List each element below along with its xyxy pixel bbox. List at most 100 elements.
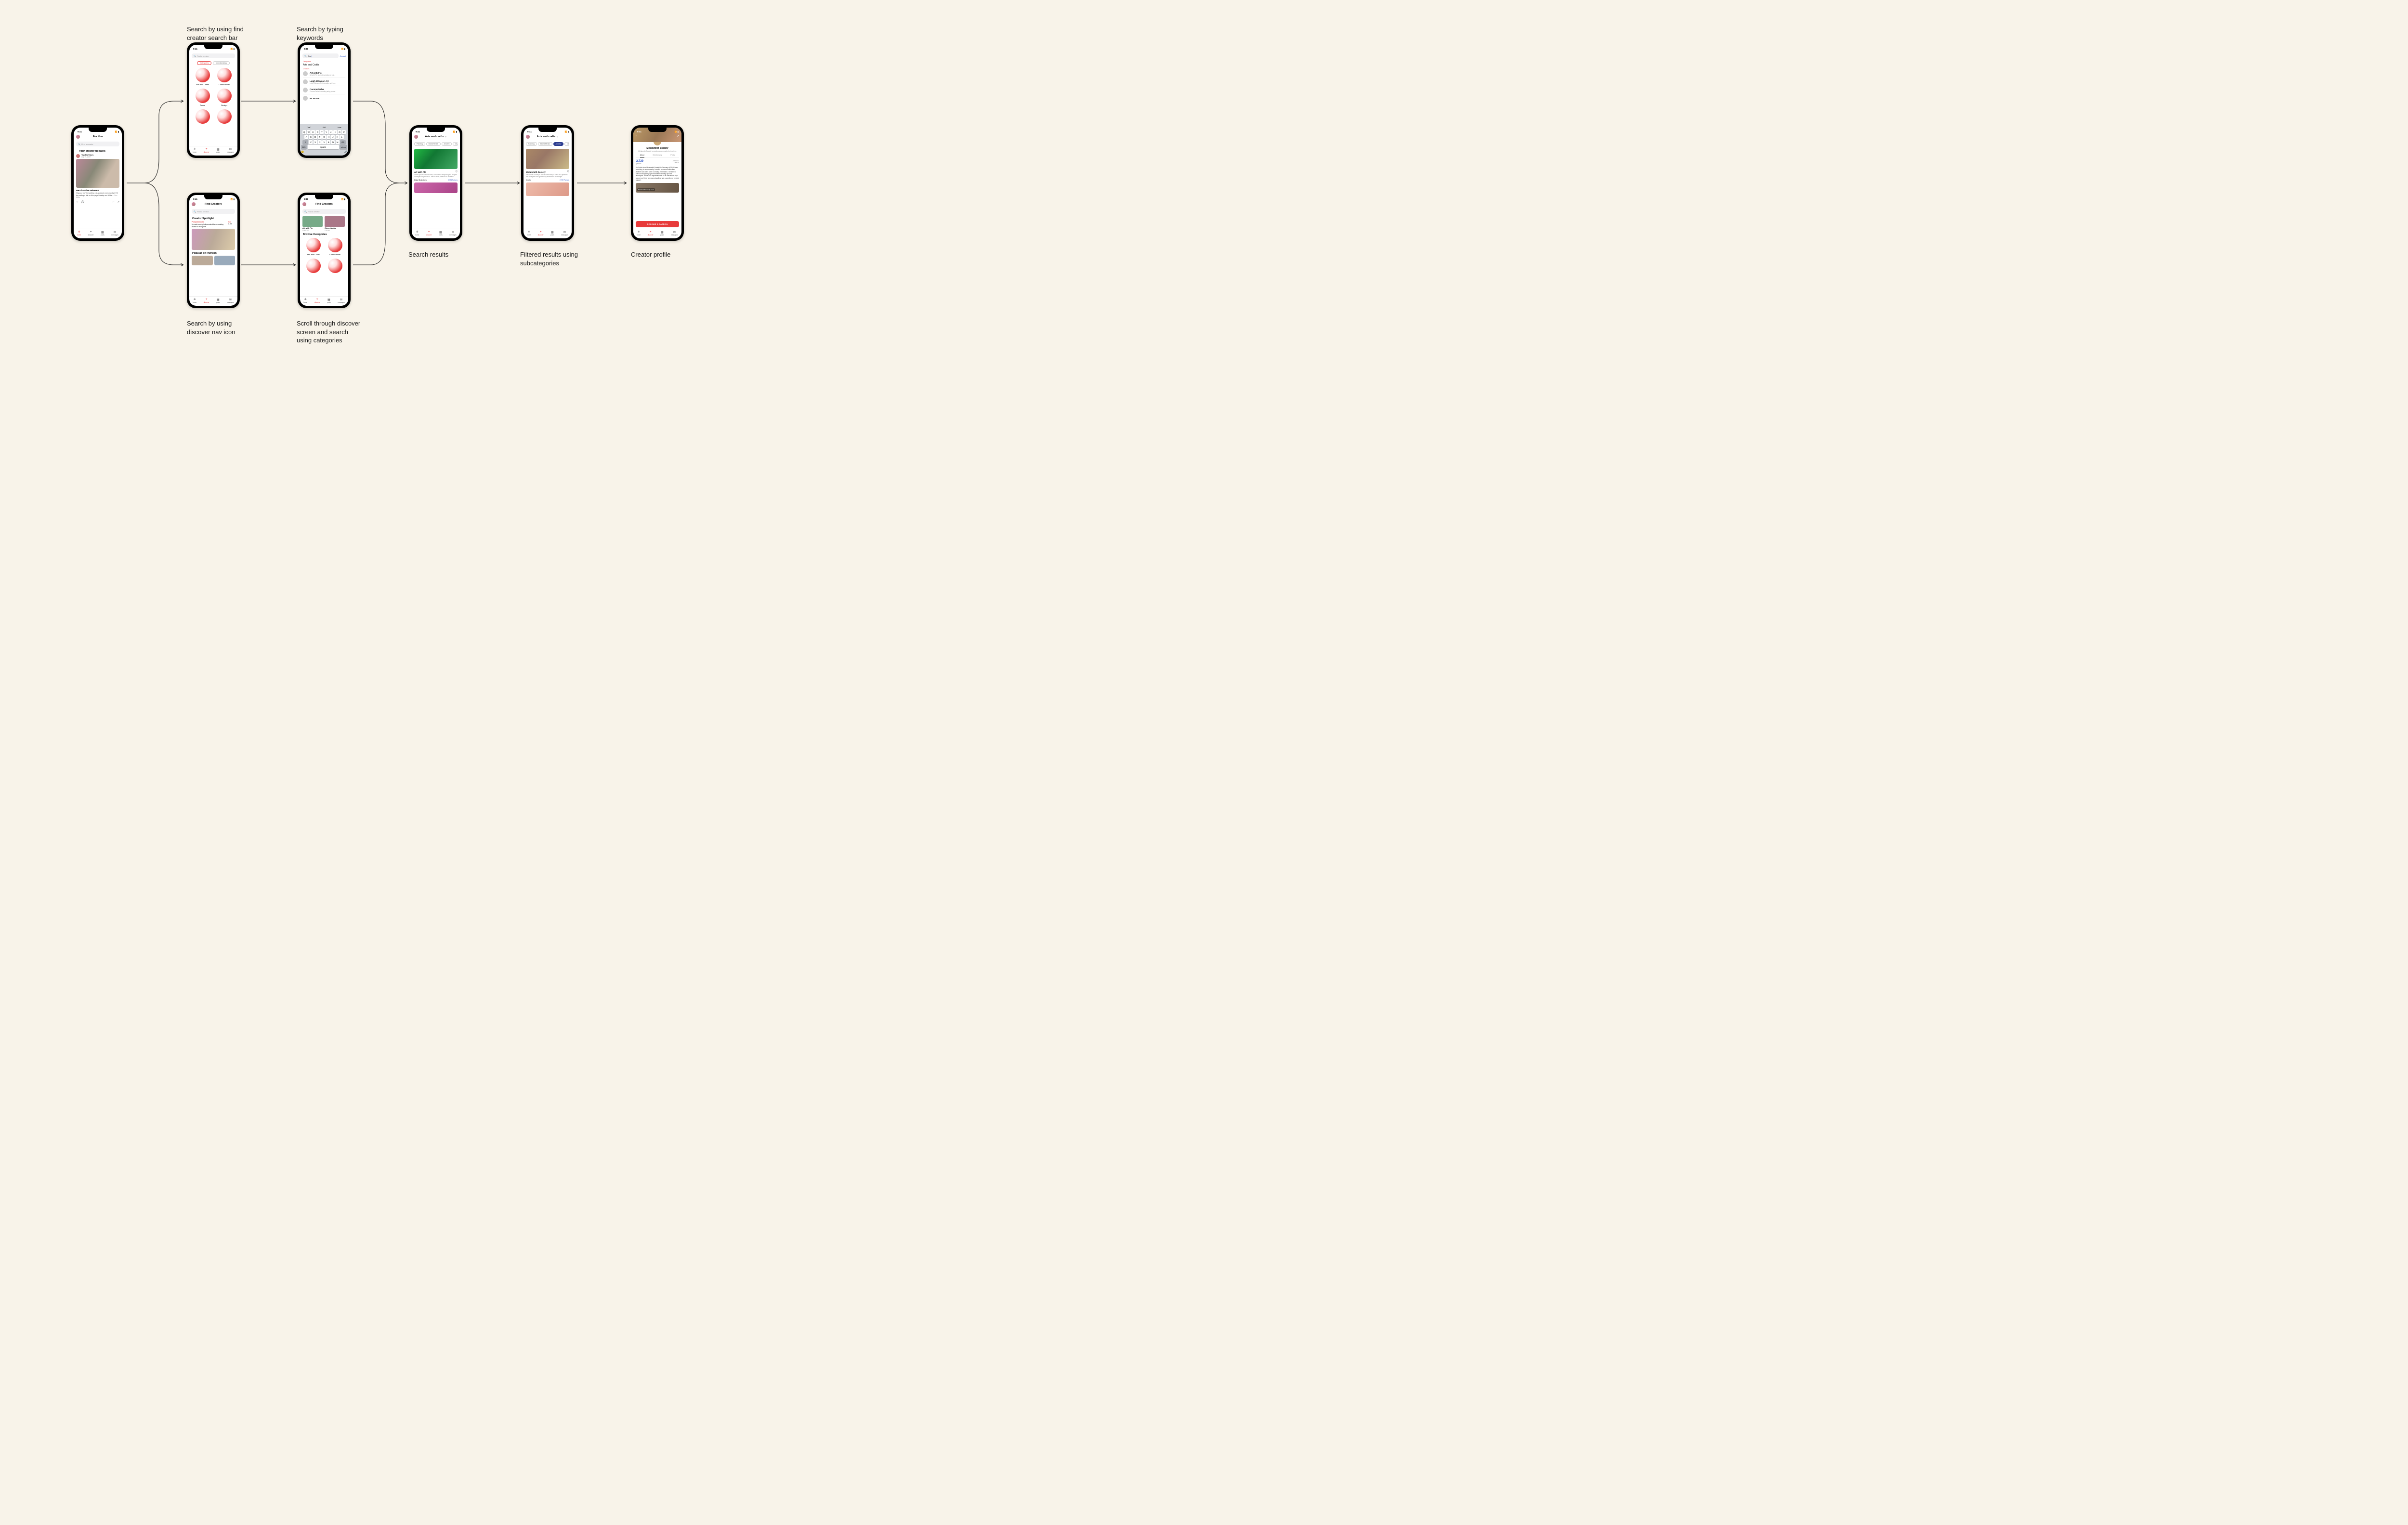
tab-discover[interactable]: ⌖discover bbox=[314, 298, 320, 303]
key-shift[interactable]: ⇧ bbox=[302, 140, 308, 144]
pill-2[interactable]: Jewelry bbox=[553, 142, 564, 146]
tab-discover[interactable]: ⌖discover bbox=[648, 231, 654, 236]
key-z[interactable]: Z bbox=[309, 140, 313, 144]
tab-posts[interactable]: ▦posts bbox=[439, 231, 443, 236]
mic-key[interactable]: 🎤 bbox=[344, 151, 347, 154]
cat-arts-crafts[interactable]: Arts and Crafts bbox=[303, 238, 323, 256]
search-input[interactable]: 🔍 Find a creator bbox=[76, 142, 119, 146]
search-input[interactable]: 🔍 Find a creator bbox=[302, 209, 346, 214]
creator-result-0[interactable]: Art with FloArt with Flo is creating dig… bbox=[303, 70, 345, 78]
cat-more-1[interactable] bbox=[303, 259, 323, 274]
key-n[interactable]: N bbox=[331, 140, 335, 144]
result-card-2[interactable] bbox=[414, 182, 458, 193]
key-c[interactable]: C bbox=[318, 140, 322, 144]
emoji-key[interactable]: 😊 bbox=[301, 151, 304, 154]
key-d[interactable]: D bbox=[314, 135, 317, 139]
result-card-2[interactable] bbox=[526, 182, 569, 196]
key-return[interactable]: return bbox=[340, 145, 347, 149]
key-m[interactable]: M bbox=[336, 140, 340, 144]
pill-2[interactable]: Jewelry bbox=[442, 142, 452, 146]
tab-home[interactable]: ⎈home bbox=[77, 231, 81, 236]
become-patron-button[interactable]: BECOME A PATRON bbox=[636, 221, 679, 227]
tab-home[interactable]: ⎈home bbox=[415, 231, 419, 236]
tab-discover[interactable]: ⌖discover bbox=[538, 231, 544, 236]
key-g[interactable]: G bbox=[322, 135, 326, 139]
pill-1[interactable]: Mixed Media bbox=[426, 142, 441, 146]
page-title[interactable]: Arts and crafts ⌄ bbox=[425, 135, 447, 138]
heart-icon[interactable]: ♡ bbox=[456, 170, 458, 173]
tab-posts[interactable]: ▦posts bbox=[660, 231, 664, 236]
cat-arts-crafts[interactable]: Arts and Crafts bbox=[193, 68, 212, 86]
tab-discover[interactable]: ⌖discover bbox=[426, 231, 432, 236]
avatar[interactable] bbox=[192, 202, 196, 206]
key-u[interactable]: U bbox=[329, 130, 333, 134]
suggestion-2[interactable]: Ions bbox=[338, 126, 341, 129]
tab-posts[interactable]: ▦posts bbox=[216, 148, 220, 153]
tab-messages[interactable]: ✉messages bbox=[449, 231, 457, 236]
key-o[interactable]: O bbox=[338, 130, 341, 134]
avatar[interactable] bbox=[414, 135, 418, 139]
key-x[interactable]: X bbox=[314, 140, 317, 144]
key-space[interactable]: space bbox=[308, 145, 339, 149]
tab-home[interactable]: ⎈home bbox=[193, 298, 196, 303]
result-card[interactable]: Art with Flo♡ Lorem ipsum dolor sit amet… bbox=[414, 149, 458, 181]
tab-about[interactable]: About bbox=[640, 154, 644, 157]
chip-1[interactable]: Crime JunkiePodcast bbox=[325, 216, 345, 231]
cat-dance[interactable]: Dance bbox=[193, 89, 212, 106]
heart-icon[interactable]: ♡ bbox=[567, 170, 569, 173]
key-a[interactable]: A bbox=[304, 135, 308, 139]
tab-posts[interactable]: ▦posts bbox=[550, 231, 554, 236]
pill-0[interactable]: Painting bbox=[526, 142, 537, 146]
key-f[interactable]: F bbox=[318, 135, 322, 139]
back-button[interactable]: ‹ bbox=[636, 134, 637, 137]
like-icon[interactable]: ♡ bbox=[76, 201, 78, 204]
key-q[interactable]: Q bbox=[302, 130, 306, 134]
key-k[interactable]: K bbox=[336, 135, 340, 139]
bookmark-icon[interactable]: ⚐ bbox=[112, 201, 114, 204]
key-b[interactable]: B bbox=[327, 140, 330, 144]
tab-messages[interactable]: ✉messages bbox=[111, 231, 118, 236]
tab-messages[interactable]: ✉messages bbox=[227, 148, 234, 153]
search-input[interactable]: 🔍 Arts| bbox=[302, 53, 339, 58]
tab-discover[interactable]: ⌖discover bbox=[88, 231, 94, 236]
tab-posts[interactable]: ▦posts bbox=[327, 298, 331, 303]
creator-result-3[interactable]: MCM arts bbox=[303, 94, 345, 102]
seg-categories[interactable]: Categories bbox=[197, 61, 211, 65]
tab-posts[interactable]: ▦posts bbox=[216, 298, 220, 303]
key-p[interactable]: P bbox=[342, 130, 346, 134]
search-input[interactable]: 🔍 Find a creator bbox=[192, 53, 235, 58]
comment-icon[interactable]: 💬 bbox=[81, 201, 84, 204]
tab-membership[interactable]: Membership bbox=[653, 154, 662, 157]
pill-3[interactable]: Digital A bbox=[564, 142, 569, 146]
avatar[interactable] bbox=[76, 135, 80, 139]
creator-avatar[interactable] bbox=[76, 154, 80, 158]
key-123[interactable]: 123 bbox=[301, 145, 307, 149]
tab-discover[interactable]: ⌖discover bbox=[204, 298, 209, 303]
tab-home[interactable]: ⎈home bbox=[193, 148, 196, 153]
key-r[interactable]: R bbox=[315, 130, 319, 134]
result-card[interactable]: Metalsmith Society♡ Metalsmith Society i… bbox=[526, 149, 569, 181]
key-l[interactable]: L bbox=[340, 135, 344, 139]
tab-home[interactable]: ⎈home bbox=[637, 231, 641, 236]
key-s[interactable]: S bbox=[309, 135, 313, 139]
pill-0[interactable]: Painting bbox=[414, 142, 425, 146]
post-image[interactable] bbox=[76, 159, 119, 188]
pill-3[interactable]: Digital A bbox=[453, 142, 458, 146]
popular-item-1[interactable] bbox=[214, 256, 236, 265]
cat-more-2[interactable] bbox=[325, 259, 345, 274]
pill-1[interactable]: Mixed Media bbox=[538, 142, 552, 146]
tab-posts[interactable]: ▦posts bbox=[101, 231, 105, 236]
key-j[interactable]: J bbox=[331, 135, 335, 139]
tab-home[interactable]: ⎈home bbox=[527, 231, 531, 236]
suggestion-0[interactable]: "los" bbox=[307, 126, 311, 129]
tab-home[interactable]: ⎈home bbox=[303, 298, 307, 303]
key-i[interactable]: I bbox=[333, 130, 337, 134]
creator-result-2[interactable]: CoconuTachaCoconuTacha is creating artsy… bbox=[303, 86, 345, 94]
cancel-button[interactable]: Cancel bbox=[340, 55, 346, 57]
spotlight-creator[interactable]: Pomplamoose bbox=[192, 221, 226, 223]
key-y[interactable]: Y bbox=[325, 130, 328, 134]
popular-item-0[interactable] bbox=[192, 256, 213, 265]
key-v[interactable]: V bbox=[322, 140, 326, 144]
creator-result-1[interactable]: Leigh Ellexson ArtLeigh Ellexson Art is … bbox=[303, 78, 345, 86]
key-w[interactable]: W bbox=[307, 130, 311, 134]
